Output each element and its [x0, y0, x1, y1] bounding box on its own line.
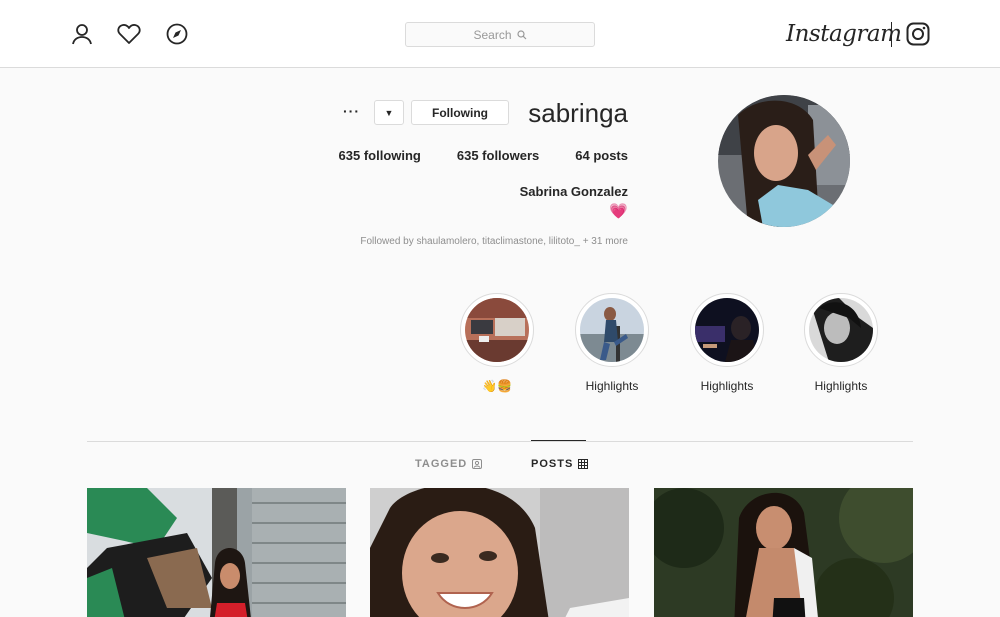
active-tab-indicator — [531, 440, 586, 441]
profile-stats: 64 posts 635 followers 635 following — [339, 148, 628, 163]
following-button[interactable]: Following — [411, 100, 509, 125]
story-highlight[interactable]: Highlights — [804, 293, 878, 393]
profile-full-name: Sabrina Gonzalez — [519, 184, 628, 199]
highlight-label: Highlights — [814, 379, 868, 393]
story-highlight[interactable]: Highlights — [690, 293, 764, 393]
grid-icon — [578, 459, 589, 469]
following-count[interactable]: 635 following — [339, 148, 421, 163]
highlight-label: 👋🍔 — [482, 379, 512, 393]
tab-tagged-label: TAGGED — [415, 458, 468, 470]
tagged-person-icon — [472, 459, 483, 469]
tab-posts[interactable]: POSTS — [531, 458, 589, 470]
instagram-wordmark[interactable]: Instagram — [786, 16, 902, 52]
search-input[interactable]: Search — [405, 22, 595, 47]
search-icon — [516, 29, 526, 39]
story-highlight[interactable]: Highlights — [575, 293, 649, 393]
followed-by-text[interactable]: Followed by shaulamolero, titaclimastone… — [360, 236, 628, 247]
highlight-cover — [465, 298, 529, 362]
instagram-camera-icon[interactable] — [906, 22, 930, 46]
highlight-cover — [695, 298, 759, 362]
highlight-label: Highlights — [585, 379, 639, 393]
caret-down-icon: ▼ — [384, 107, 394, 118]
highlight-cover — [809, 298, 873, 362]
tab-posts-label: POSTS — [531, 458, 574, 470]
highlight-cover — [580, 298, 644, 362]
post-thumbnail[interactable] — [87, 488, 346, 617]
more-options-icon[interactable]: ··· — [343, 103, 360, 119]
heart-icon[interactable] — [117, 22, 141, 46]
tabs-divider — [87, 441, 913, 442]
explore-compass-icon[interactable] — [165, 22, 189, 46]
story-highlight[interactable]: 👋🍔 — [460, 293, 534, 393]
search-placeholder: Search — [473, 27, 512, 42]
brand-wordmark: Instagram — [786, 21, 902, 47]
post-thumbnail[interactable] — [654, 488, 913, 617]
profile-username: sabringa — [528, 98, 628, 128]
post-thumbnail[interactable] — [370, 488, 629, 617]
profile-bio: 💗 — [609, 203, 628, 220]
profile-avatar[interactable] — [718, 95, 850, 227]
top-navigation-bar: Search Instagram — [0, 0, 1000, 68]
profile-icon[interactable] — [70, 22, 94, 46]
posts-count: 64 posts — [575, 148, 628, 163]
logo-divider — [891, 22, 892, 47]
followers-count[interactable]: 635 followers — [457, 148, 539, 163]
suggestions-dropdown-button[interactable]: ▼ — [374, 100, 404, 125]
highlight-label: Highlights — [700, 379, 754, 393]
tab-tagged[interactable]: TAGGED — [415, 458, 483, 470]
